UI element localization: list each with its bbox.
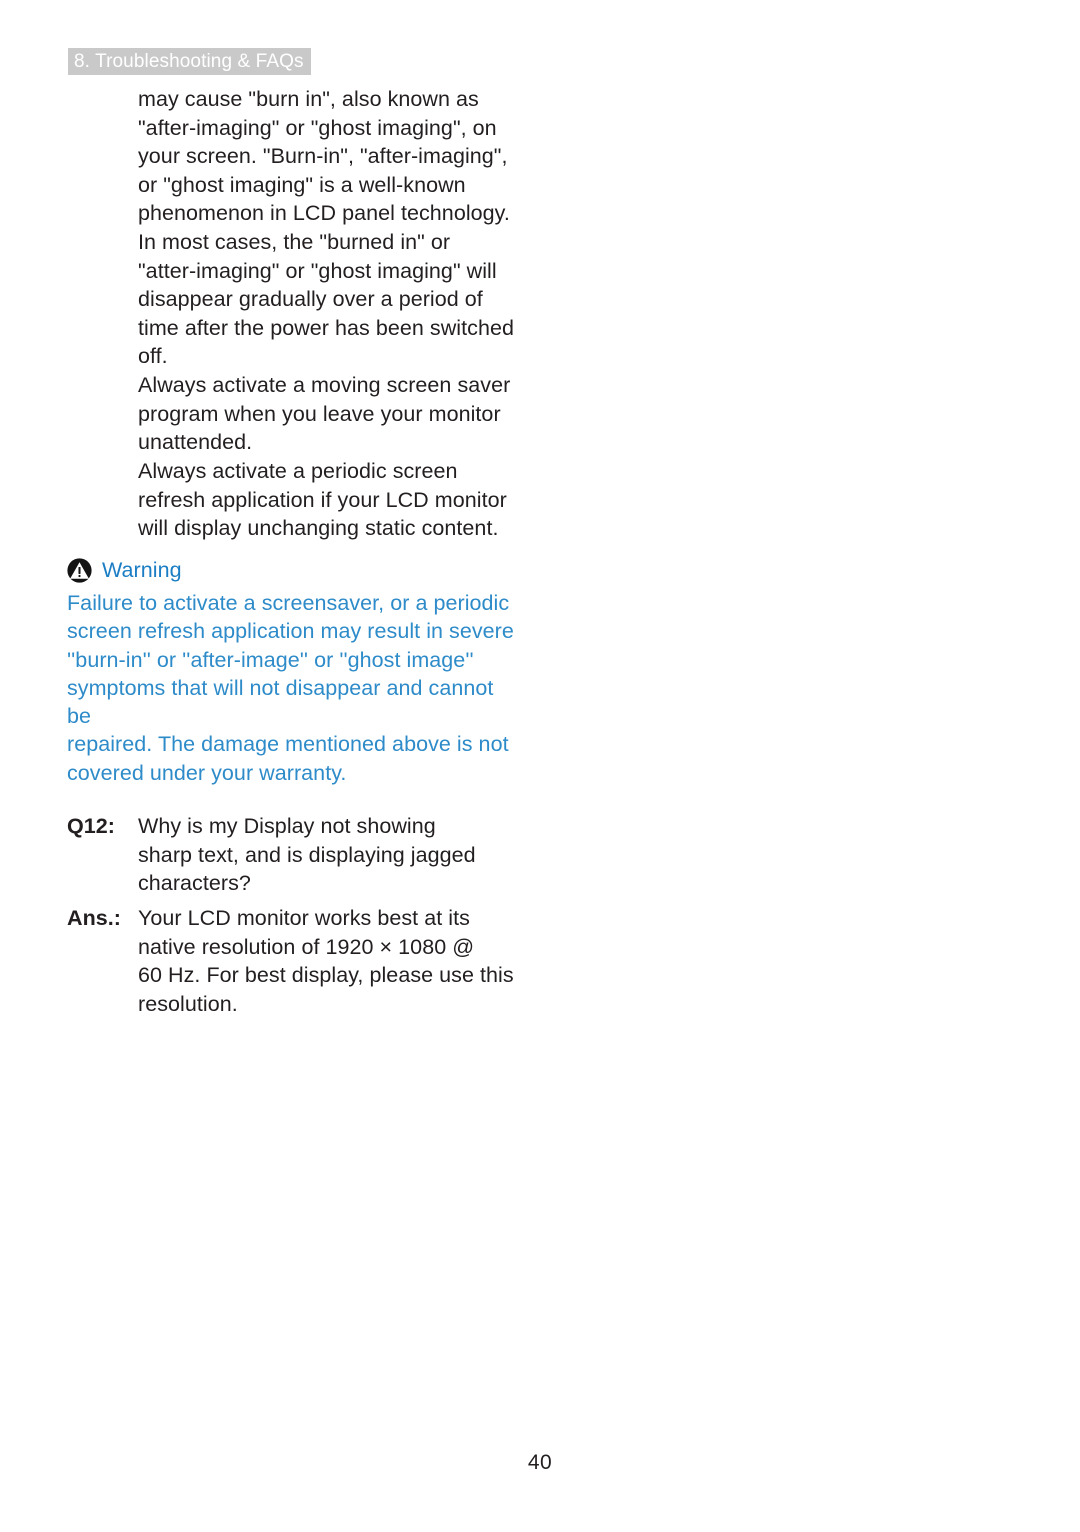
- body-paragraph-screen-saver: Always activate a moving screen saver pr…: [138, 373, 511, 455]
- body-paragraph-periodic-refresh: Always activate a periodic screen refres…: [138, 459, 507, 541]
- warning-heading: Warning: [67, 558, 182, 583]
- faq-question-text: Why is my Display not showing sharp text…: [138, 814, 476, 896]
- warning-body-text: Failure to activate a screensaver, or a …: [67, 591, 514, 785]
- faq-question-label: Q12:: [67, 814, 115, 838]
- faq-answer-text: Your LCD monitor works best at its nativ…: [138, 906, 514, 1016]
- chapter-header: 8. Troubleshooting & FAQs: [68, 48, 311, 75]
- body-paragraph-burn-in: may cause "burn in", also known as "afte…: [138, 87, 514, 369]
- faq-question-q12: Q12: Why is my Display not showing sharp…: [67, 812, 527, 898]
- faq-answer-q12: Ans.: Your LCD monitor works best at its…: [67, 904, 527, 1018]
- faq-answer-label: Ans.:: [67, 906, 121, 930]
- page-number: 40: [527, 1451, 553, 1474]
- warning-title: Warning: [102, 558, 182, 582]
- warning-triangle-icon: [67, 558, 92, 583]
- document-page: 8. Troubleshooting & FAQs may cause "bur…: [0, 0, 1080, 1532]
